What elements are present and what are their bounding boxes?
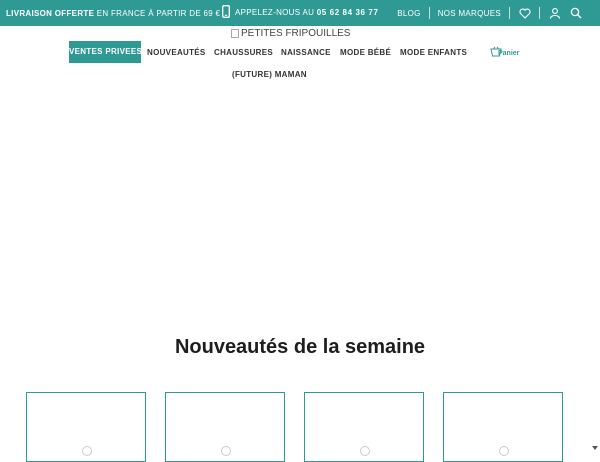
nav-mode-bebe[interactable]: MODE BÉBÉ [340,48,391,57]
nav-chaussures[interactable]: CHAUSSURES [214,48,273,57]
phone-icon [222,5,230,20]
top-bar: LIVRAISON OFFERTE EN FRANCE À PARTIR DE … [0,0,600,26]
product-card[interactable] [26,392,146,462]
shipping-promo: LIVRAISON OFFERTE EN FRANCE À PARTIR DE … [6,9,220,18]
scroll-down-arrow-icon[interactable] [590,440,600,450]
divider [539,7,540,19]
nav-mode-enfants[interactable]: MODE ENFANTS [400,48,467,57]
heart-icon[interactable] [519,8,531,19]
product-card[interactable] [443,392,563,462]
cart-link[interactable]: Panier [490,44,519,62]
promo-text: EN FRANCE À PARTIR DE 69 € [94,9,221,18]
logo-alt-text: PETITES FRIPOUILLES [241,28,351,39]
loading-icon [499,446,509,456]
blog-link[interactable]: BLOG [389,9,428,18]
user-icon[interactable] [549,7,561,19]
phone-number[interactable]: 05 62 84 36 77 [317,8,379,17]
brands-link[interactable]: NOS MARQUES [430,9,509,18]
loading-icon [360,446,370,456]
phone-contact[interactable]: APPELEZ-NOUS AU 05 62 84 36 77 [222,5,379,20]
divider [509,7,510,19]
nav-nouveautes[interactable]: NOUVEAUTÉS [147,48,206,57]
loading-icon [221,446,231,456]
promo-bold: LIVRAISON OFFERTE [6,9,95,18]
section-title: Nouveautés de la semaine [174,336,426,358]
loading-icon [82,446,92,456]
nav-ventes-privees[interactable]: VENTES PRIVEES [69,41,142,63]
product-card[interactable] [165,392,285,462]
hero-banner [0,84,600,334]
product-card[interactable] [304,392,424,462]
nav-future-maman[interactable]: (FUTURE) MAMAN [232,70,307,79]
phone-label: APPELEZ-NOUS AU [235,8,317,17]
cart-label: Panier [498,49,520,57]
search-icon[interactable] [570,7,582,19]
nav-naissance[interactable]: NAISSANCE [281,48,331,57]
broken-image-icon [231,29,239,38]
site-logo[interactable]: PETITES FRIPOUILLES [231,28,350,39]
